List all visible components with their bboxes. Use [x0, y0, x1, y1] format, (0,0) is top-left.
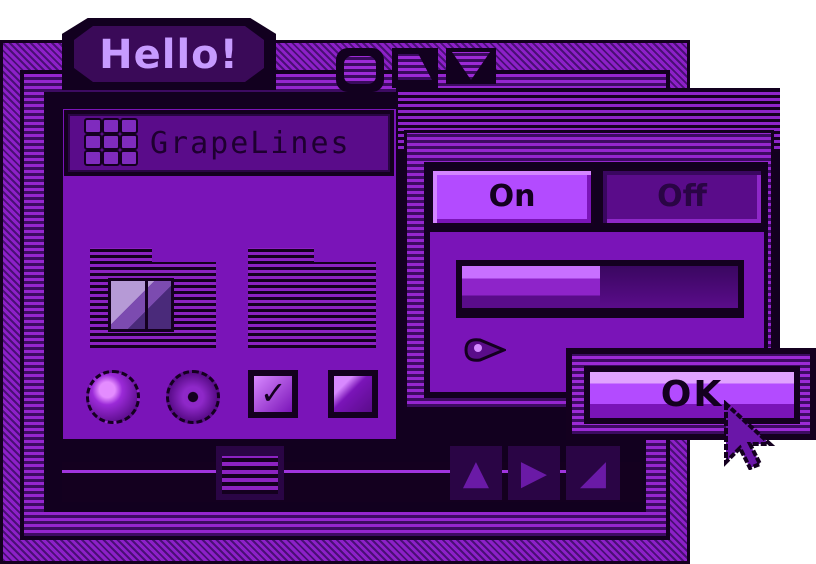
- radio-button-selected[interactable]: [166, 370, 220, 424]
- checkmark-icon: ✓: [260, 374, 287, 412]
- panel-title: GrapeLines: [150, 126, 351, 161]
- scroll-up-button[interactable]: ▲: [450, 446, 502, 500]
- grow-box[interactable]: ◢: [566, 446, 620, 500]
- grow-icon: ◢: [579, 453, 607, 493]
- progress-fill: [462, 266, 600, 308]
- segment-on[interactable]: On: [430, 168, 594, 226]
- cursor-icon: [724, 400, 776, 470]
- finder-icon: [108, 278, 174, 332]
- segment-off-label: Off: [657, 179, 707, 214]
- grip-icon: [222, 456, 278, 494]
- checkbox-face: [334, 376, 372, 412]
- grid-icon: [84, 116, 138, 168]
- scroll-down-button[interactable]: ▶: [508, 446, 560, 500]
- radio-button-unselected[interactable]: [86, 370, 140, 424]
- scroll-down-icon: ▶: [520, 453, 548, 493]
- scroll-up-icon: ▲: [462, 453, 490, 493]
- window-title: Hello!: [99, 32, 239, 78]
- segment-on-label: On: [488, 179, 536, 214]
- collapse-icon: [344, 56, 376, 84]
- pointer-icon[interactable]: [462, 336, 506, 364]
- segment-off[interactable]: Off: [600, 168, 764, 226]
- folder-icon[interactable]: [248, 262, 376, 348]
